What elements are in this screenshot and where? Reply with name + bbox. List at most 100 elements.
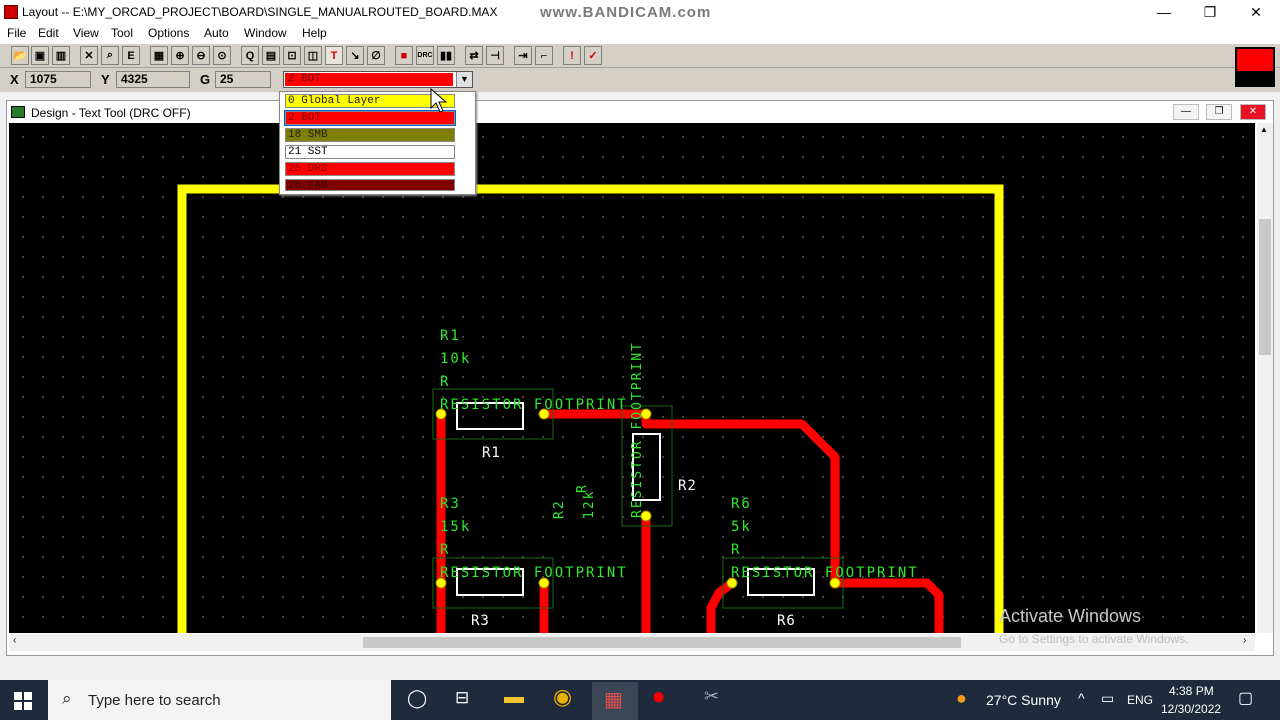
drc-check-icon[interactable]: ✓: [584, 46, 602, 65]
open-icon[interactable]: 📂: [11, 46, 29, 65]
layer-select[interactable]: 2 BOT ▼: [283, 71, 473, 88]
scroll-up-icon[interactable]: ▲: [1260, 125, 1268, 134]
x-label: X: [10, 72, 19, 87]
pcb-canvas[interactable]: R1 10k R RESISTOR FOOTPRINT R1 R R2 12k …: [9, 123, 1255, 633]
minimize-button[interactable]: —: [1141, 0, 1187, 24]
menu-window[interactable]: Window: [244, 26, 287, 40]
clock-time[interactable]: 4:38 PM: [1169, 684, 1214, 698]
zoom-in-icon[interactable]: ⊕: [171, 46, 189, 65]
layer-option-sst[interactable]: 21 SST: [285, 145, 455, 159]
restore-button[interactable]: ❐: [1187, 0, 1233, 24]
title-bar: Layout -- E:\MY_ORCAD_PROJECT\BOARD\SING…: [0, 0, 1280, 24]
layer-option-fab[interactable]: 26 FAB: [285, 179, 455, 191]
r1-footprint-text: RESISTOR FOOTPRINT: [440, 397, 628, 413]
zoom-out-icon[interactable]: ⊖: [192, 46, 210, 65]
r2-label: R2: [678, 478, 697, 494]
app-icon: [4, 5, 18, 19]
coordinate-bar: [0, 68, 1280, 92]
mouse-cursor-icon: [430, 88, 448, 113]
alert-icon[interactable]: !: [563, 46, 581, 65]
snipping-tool-icon[interactable]: ✂: [704, 686, 719, 707]
activation-watermark-subtitle: Go to Settings to activate Windows.: [999, 632, 1189, 646]
task-view-icon[interactable]: ◯: [407, 688, 427, 709]
r6-label: R6: [777, 613, 796, 629]
r2-value-text: 12k: [582, 489, 597, 519]
weather-text[interactable]: 27°C Sunny: [986, 692, 1061, 708]
bandicam-icon[interactable]: ⏺: [653, 684, 664, 710]
menu-help[interactable]: Help: [302, 26, 327, 40]
vertical-scroll-thumb[interactable]: [1259, 219, 1271, 355]
drc-box-icon[interactable]: DRC: [416, 46, 434, 65]
window-title: Layout -- E:\MY_ORCAD_PROJECT\BOARD\SING…: [22, 5, 498, 19]
grid-value: 25: [215, 71, 271, 88]
trace-layer: [436, 409, 944, 633]
orcad-layout-icon: ▦: [604, 689, 623, 711]
horizontal-scroll-thumb[interactable]: [363, 637, 961, 648]
close-button[interactable]: ✕: [1233, 0, 1279, 24]
vertical-scrollbar[interactable]: ▲: [1257, 123, 1273, 633]
connection-icon[interactable]: ↘: [346, 46, 364, 65]
pin-icon[interactable]: ⊡: [283, 46, 301, 65]
language-indicator[interactable]: ENG: [1127, 693, 1153, 707]
trace-r6-right: [835, 578, 944, 633]
r3-label: R3: [471, 613, 490, 629]
text-tool-icon[interactable]: T: [325, 46, 343, 65]
design-close-button[interactable]: ✕: [1240, 104, 1266, 120]
r6-type-text: R: [731, 542, 742, 558]
r1-type-text: R: [440, 374, 451, 390]
menu-view[interactable]: View: [73, 26, 99, 40]
chevron-up-icon[interactable]: ^: [1078, 690, 1085, 706]
obstacle-icon[interactable]: ◫: [304, 46, 322, 65]
toolbar: 📂 ▣ ▥ ✕ ⌕ E ▦ ⊕ ⊖ ⊙ Q ▤ ⊡ ◫ T ↘ ∅ ■ DRC …: [0, 44, 1280, 68]
r1-ref-text: R1: [440, 328, 461, 344]
r3-value-text: 15k: [440, 519, 472, 535]
y-coordinate: 4325: [116, 71, 190, 88]
delete-icon[interactable]: ✕: [80, 46, 98, 65]
clock-date[interactable]: 12/30/2022: [1161, 702, 1221, 716]
menu-edit[interactable]: Edit: [38, 26, 59, 40]
menu-auto[interactable]: Auto: [204, 26, 229, 40]
design-restore-button[interactable]: ❐: [1206, 104, 1232, 120]
layer-option-smb[interactable]: 18 SMB: [285, 128, 455, 142]
shove-icon[interactable]: ⇥: [514, 46, 532, 65]
notification-icon[interactable]: ▢: [1238, 688, 1253, 708]
reconnect-icon[interactable]: ⇄: [465, 46, 483, 65]
network-icon[interactable]: ▭: [1101, 690, 1114, 707]
library-icon[interactable]: ▥: [52, 46, 70, 65]
windows-start-icon[interactable]: [14, 692, 32, 710]
menu-file[interactable]: File: [7, 26, 26, 40]
taskbar-search[interactable]: ⌕ Type here to search: [48, 680, 391, 720]
menu-options[interactable]: Options: [148, 26, 189, 40]
spreadsheet-icon[interactable]: ▦: [150, 46, 168, 65]
scroll-left-icon[interactable]: ‹: [13, 635, 16, 646]
menu-tool[interactable]: Tool: [111, 26, 133, 40]
design-minimize-button[interactable]: —: [1173, 104, 1199, 120]
activation-watermark-title: Activate Windows: [999, 606, 1142, 626]
chevron-down-icon[interactable]: ▼: [456, 72, 472, 87]
orcad-layout-taskbar-button[interactable]: ▦: [592, 682, 638, 720]
r6-value-text: 5k: [731, 519, 752, 535]
find-icon[interactable]: ⌕: [101, 46, 119, 65]
route-icon[interactable]: ⊣: [486, 46, 504, 65]
online-drc-icon[interactable]: ▮▮: [437, 46, 455, 65]
layer-color-swatch: [1235, 47, 1275, 87]
search-placeholder: Type here to search: [88, 692, 221, 709]
scroll-right-icon[interactable]: ›: [1243, 635, 1246, 646]
zoom-all-icon[interactable]: ⊙: [213, 46, 231, 65]
edit-icon[interactable]: E: [122, 46, 140, 65]
edit-segment-icon[interactable]: ⌐: [535, 46, 553, 65]
error-icon[interactable]: ∅: [367, 46, 385, 65]
save-icon[interactable]: ▣: [31, 46, 49, 65]
component-icon[interactable]: ▤: [262, 46, 280, 65]
r2-ref-text: R2: [552, 499, 567, 519]
r6-footprint-text: RESISTOR FOOTPRINT: [731, 565, 919, 581]
layer-option-drd[interactable]: 25 DRD: [285, 162, 455, 176]
query-icon[interactable]: Q: [241, 46, 259, 65]
chrome-icon[interactable]: ◉: [553, 684, 572, 710]
file-explorer-icon[interactable]: ▬: [504, 686, 524, 709]
color-icon[interactable]: ■: [395, 46, 413, 65]
weather-sun-icon: ●: [956, 688, 967, 708]
x-coordinate: 1075: [25, 71, 91, 88]
widgets-icon[interactable]: ⊟: [455, 688, 469, 708]
r6-ref-text: R6: [731, 496, 752, 512]
